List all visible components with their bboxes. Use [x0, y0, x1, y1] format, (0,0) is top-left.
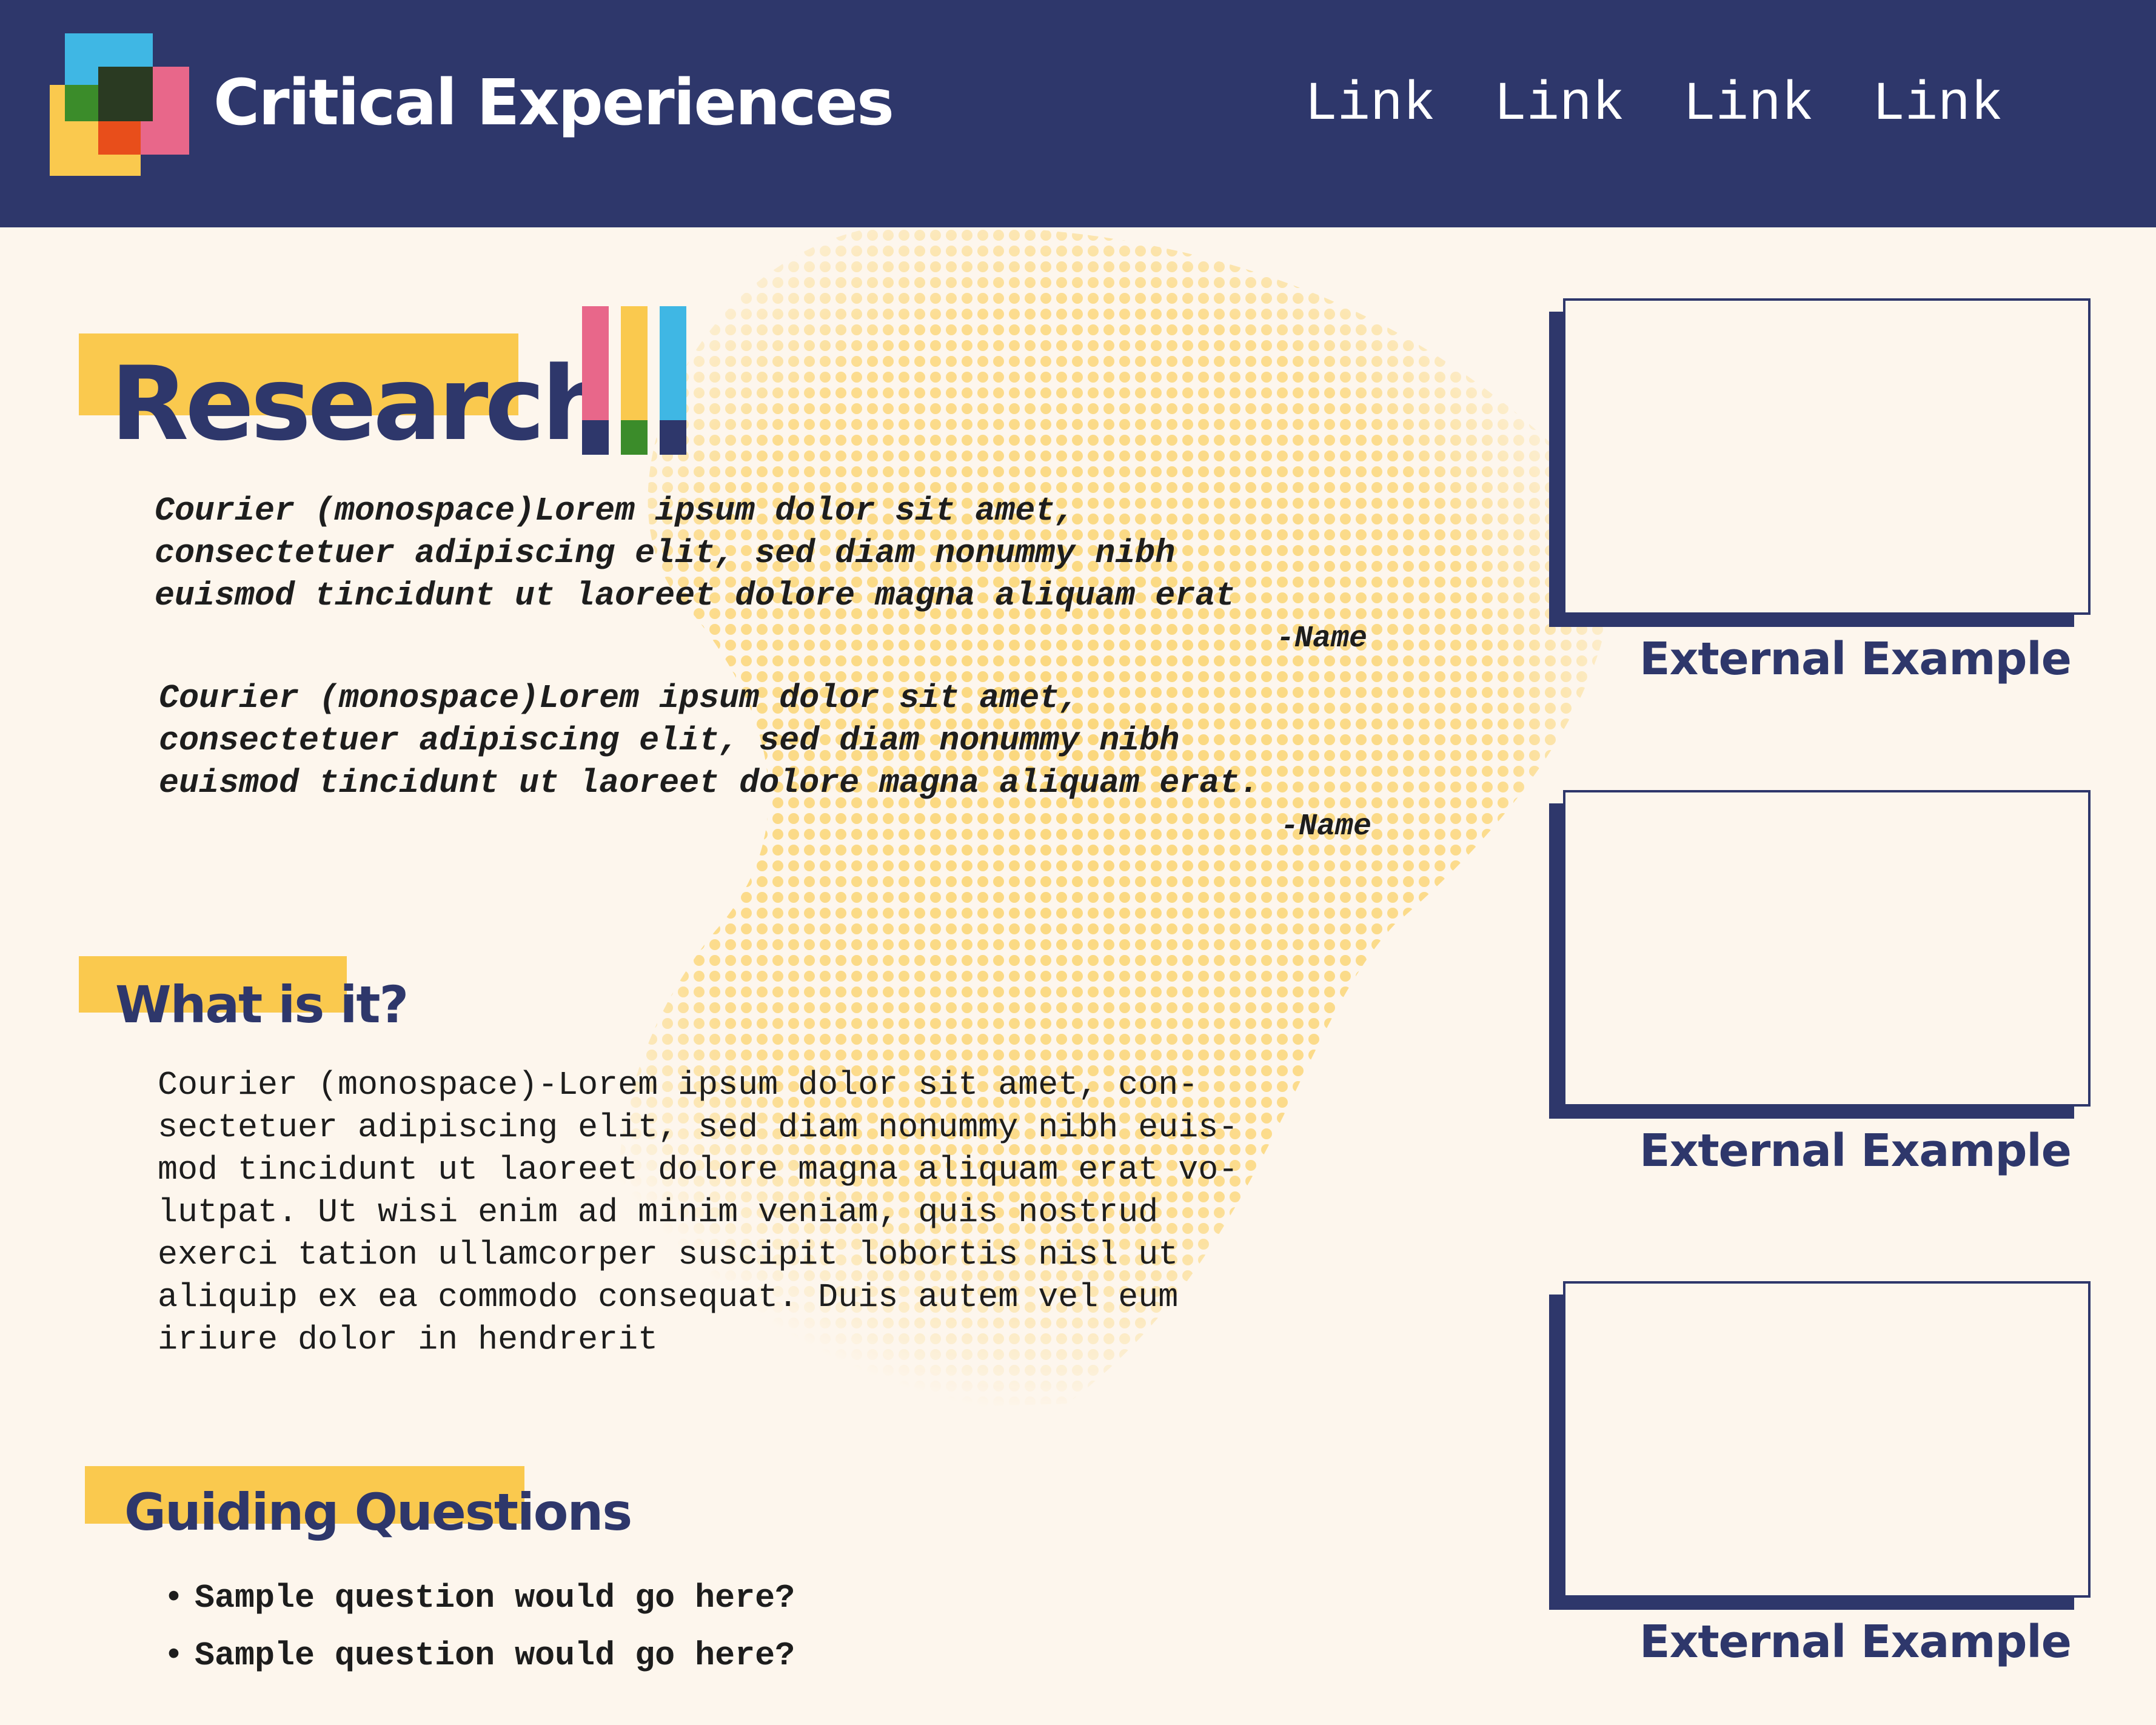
external-example-card-2[interactable]: External Example [1549, 790, 2091, 1177]
color-bars-icon [582, 306, 686, 455]
bullet-icon: • [164, 1636, 184, 1675]
quote-2-text: Courier (monospace)Lorem ipsum dolor sit… [159, 679, 1260, 802]
list-item: • Sample question would go here? [164, 1627, 795, 1684]
nav-link-2[interactable]: Link [1494, 74, 1625, 136]
site-header: Critical Experiences Link Link Link Link [0, 0, 2156, 227]
what-is-it-body: Courier (monospace)-Lorem ipsum dolor si… [158, 1066, 1239, 1359]
nav-link-3[interactable]: Link [1683, 74, 1814, 136]
nav-link-4[interactable]: Link [1872, 74, 2003, 136]
external-example-caption[interactable]: External Example [1549, 1616, 2156, 1668]
example-image-placeholder[interactable] [1563, 1281, 2091, 1598]
guiding-questions-heading: Guiding Questions [124, 1482, 632, 1542]
bullet-icon: • [164, 1579, 184, 1617]
external-example-card-3[interactable]: External Example [1549, 1281, 2091, 1668]
list-item: • Sample question would go here? [164, 1569, 795, 1627]
question-text: Sample question would go here? [195, 1579, 795, 1617]
what-is-it-heading: What is it? [115, 975, 409, 1034]
example-image-placeholder[interactable] [1563, 298, 2091, 615]
main-nav: Link Link Link Link [1305, 74, 2003, 136]
external-example-caption[interactable]: External Example [1549, 1125, 2156, 1177]
example-image-placeholder[interactable] [1563, 790, 2091, 1107]
quote-1-text: Courier (monospace)Lorem ipsum dolor sit… [155, 492, 1236, 615]
question-text: Sample question would go here? [195, 1636, 795, 1675]
site-title[interactable]: Critical Experiences [213, 65, 894, 139]
logo-squares-icon[interactable] [50, 33, 192, 179]
external-example-caption[interactable]: External Example [1549, 633, 2156, 685]
research-heading: Research [110, 344, 614, 463]
quote-1-attribution: -Name [1276, 621, 1368, 656]
guiding-questions-list: • Sample question would go here? • Sample … [164, 1569, 795, 1684]
quote-2-attribution: -Name [1281, 809, 1372, 844]
nav-link-1[interactable]: Link [1305, 74, 1436, 136]
external-example-card-1[interactable]: External Example [1549, 298, 2091, 685]
